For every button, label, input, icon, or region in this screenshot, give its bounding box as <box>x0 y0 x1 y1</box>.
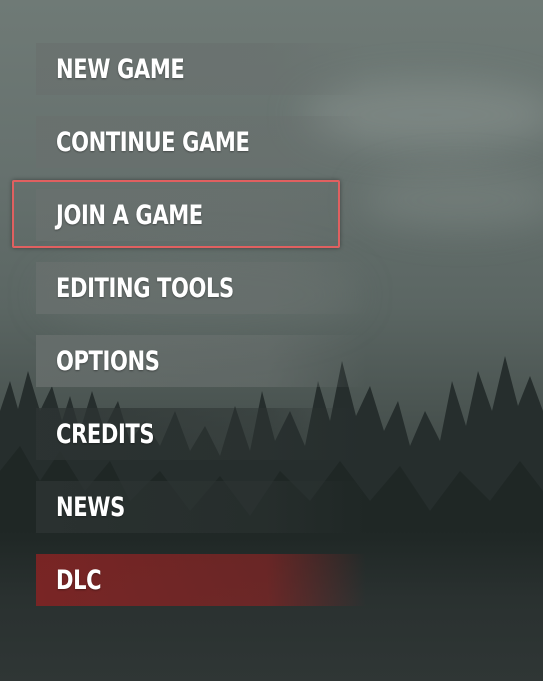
dlc-label: DLC <box>56 564 102 596</box>
new-game-label: NEW GAME <box>56 53 185 85</box>
continue-game-label: CONTINUE GAME <box>56 126 250 158</box>
credits-label: CREDITS <box>56 418 155 450</box>
credits-button[interactable]: CREDITS <box>36 408 366 460</box>
new-game-button[interactable]: NEW GAME <box>36 43 366 95</box>
options-label: OPTIONS <box>56 345 160 377</box>
news-button[interactable]: NEWS <box>36 481 366 533</box>
cloud <box>360 170 543 230</box>
selection-highlight <box>12 180 340 248</box>
editing-tools-button[interactable]: EDITING TOOLS <box>36 262 366 314</box>
news-label: NEWS <box>56 491 125 523</box>
dlc-button[interactable]: DLC <box>36 554 366 606</box>
editing-tools-label: EDITING TOOLS <box>56 272 234 304</box>
options-button[interactable]: OPTIONS <box>36 335 366 387</box>
continue-game-button[interactable]: CONTINUE GAME <box>36 116 366 168</box>
